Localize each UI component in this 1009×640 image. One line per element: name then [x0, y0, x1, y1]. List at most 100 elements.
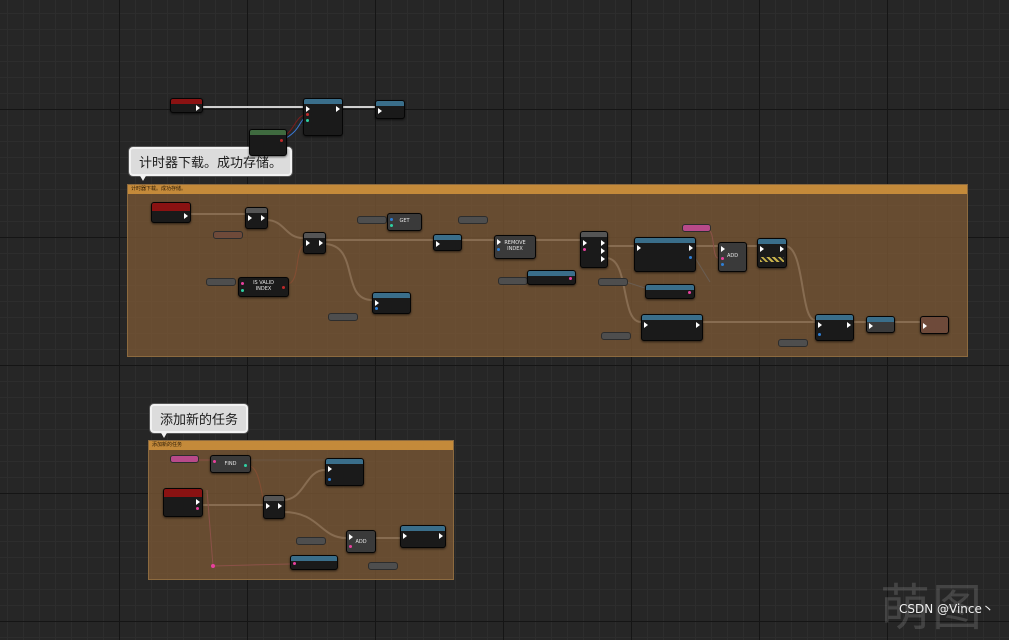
event-node-c2[interactable]: [163, 488, 203, 517]
variable-getter[interactable]: [458, 216, 488, 224]
exec-pin-icon[interactable]: [266, 503, 270, 509]
object-pin-icon[interactable]: [375, 307, 378, 310]
int-pin-icon[interactable]: [244, 464, 247, 467]
array-pin-icon[interactable]: [688, 291, 691, 294]
function-node-top[interactable]: [303, 98, 343, 136]
exec-pin-icon[interactable]: [601, 256, 605, 262]
variable-getter[interactable]: [206, 278, 236, 286]
exec-pin-icon[interactable]: [721, 246, 725, 252]
variable-getter[interactable]: [296, 537, 326, 545]
object-pin-icon[interactable]: [196, 507, 199, 510]
blueprint-graph[interactable]: 计时器下载。成功存储。 计时器下载。成功存储。 添加新的任务 添加新的任务 IS…: [0, 0, 1009, 623]
set-node-top[interactable]: [375, 100, 405, 119]
exec-pin-icon[interactable]: [436, 241, 440, 247]
variable-getter[interactable]: [601, 332, 631, 340]
set-node-c1[interactable]: [433, 234, 462, 251]
variable-getter[interactable]: [328, 313, 358, 321]
array-pin-icon[interactable]: [569, 277, 572, 280]
array-pin-icon[interactable]: [349, 545, 352, 548]
exec-pin-icon[interactable]: [637, 245, 641, 251]
exec-pin-icon[interactable]: [248, 215, 252, 221]
array-getter-node[interactable]: [290, 555, 338, 570]
int-pin-icon[interactable]: [390, 224, 393, 227]
function-node-c1-a[interactable]: [372, 292, 411, 314]
exec-pin-icon[interactable]: [780, 246, 784, 252]
exec-pin-icon[interactable]: [336, 106, 340, 112]
exec-pin-icon[interactable]: [923, 323, 927, 329]
exec-pin-icon[interactable]: [818, 322, 822, 328]
exec-pin-icon[interactable]: [601, 240, 605, 246]
function-node-c1-b[interactable]: [634, 237, 696, 272]
branch-node-2[interactable]: [303, 232, 326, 254]
exec-pin-icon[interactable]: [644, 322, 648, 328]
branch-node-c2[interactable]: [263, 495, 285, 519]
reroute-node[interactable]: [211, 564, 215, 568]
variable-getter[interactable]: [213, 231, 243, 239]
exec-pin-icon[interactable]: [184, 213, 188, 219]
variable-getter-array[interactable]: [682, 224, 711, 232]
find-node[interactable]: FIND: [210, 455, 251, 473]
exec-pin-icon[interactable]: [583, 240, 587, 246]
variable-getter[interactable]: [598, 278, 628, 286]
exec-pin-icon[interactable]: [497, 239, 501, 245]
array-getter-node[interactable]: [527, 270, 576, 285]
exec-pin-icon[interactable]: [869, 323, 873, 329]
variable-getter[interactable]: [498, 277, 528, 285]
array-pin-icon[interactable]: [390, 218, 393, 221]
exec-pin-icon[interactable]: [319, 240, 323, 246]
object-pin-icon[interactable]: [280, 139, 283, 142]
exec-pin-icon[interactable]: [306, 106, 310, 112]
branch-node-1[interactable]: [245, 207, 268, 229]
object-pin-icon[interactable]: [306, 113, 309, 116]
array-pin-icon[interactable]: [241, 282, 244, 285]
exec-pin-icon[interactable]: [196, 499, 200, 505]
array-pin-icon[interactable]: [721, 257, 724, 260]
get-node[interactable]: GET: [387, 213, 422, 231]
function-node-c2-a[interactable]: [325, 458, 364, 486]
set-node-c1-b[interactable]: [866, 316, 895, 333]
exec-pin-icon[interactable]: [261, 215, 265, 221]
sequence-node[interactable]: [580, 231, 608, 268]
set-node-c1-c[interactable]: [920, 316, 949, 334]
exec-pin-icon[interactable]: [378, 108, 382, 114]
bool-pin-icon[interactable]: [282, 286, 285, 289]
variable-getter[interactable]: [368, 562, 398, 570]
exec-pin-icon[interactable]: [760, 246, 764, 252]
object-pin-icon[interactable]: [818, 333, 821, 336]
exec-pin-icon[interactable]: [847, 322, 851, 328]
add-node-2[interactable]: ADD: [346, 530, 376, 553]
is-valid-index-node[interactable]: IS VALID INDEX: [238, 277, 289, 297]
array-getter-node[interactable]: [645, 284, 695, 299]
exec-pin-icon[interactable]: [689, 245, 693, 251]
variable-getter[interactable]: [778, 339, 808, 347]
exec-pin-icon[interactable]: [306, 240, 310, 246]
variable-getter-array[interactable]: [170, 455, 199, 463]
function-node-c1-d[interactable]: [815, 314, 854, 341]
exec-pin-icon[interactable]: [328, 466, 332, 472]
array-pin-icon[interactable]: [497, 248, 500, 251]
pure-node-top[interactable]: [249, 129, 287, 156]
exec-pin-icon[interactable]: [601, 248, 605, 254]
remove-index-node[interactable]: REMOVE INDEX: [494, 235, 536, 259]
exec-pin-icon[interactable]: [278, 503, 282, 509]
exec-pin-icon[interactable]: [403, 533, 407, 539]
delay-node[interactable]: [757, 238, 787, 268]
array-pin-icon[interactable]: [583, 248, 586, 251]
exec-pin-icon[interactable]: [196, 105, 200, 111]
add-node-1[interactable]: ADD: [718, 242, 747, 272]
object-pin-icon[interactable]: [306, 119, 309, 122]
comment-bubble-add-task[interactable]: 添加新的任务: [150, 404, 249, 438]
int-pin-icon[interactable]: [241, 289, 244, 292]
exec-pin-icon[interactable]: [375, 300, 379, 306]
object-pin-icon[interactable]: [328, 478, 331, 481]
event-node-top[interactable]: [170, 98, 203, 113]
exec-pin-icon[interactable]: [349, 534, 353, 540]
object-pin-icon[interactable]: [721, 263, 724, 266]
exec-pin-icon[interactable]: [439, 533, 443, 539]
function-node-c1-c[interactable]: [641, 314, 703, 341]
event-node-c1[interactable]: [151, 202, 191, 223]
array-pin-icon[interactable]: [213, 460, 216, 463]
function-node-c2-b[interactable]: [400, 525, 446, 548]
variable-getter[interactable]: [357, 216, 387, 224]
object-pin-icon[interactable]: [689, 256, 692, 259]
